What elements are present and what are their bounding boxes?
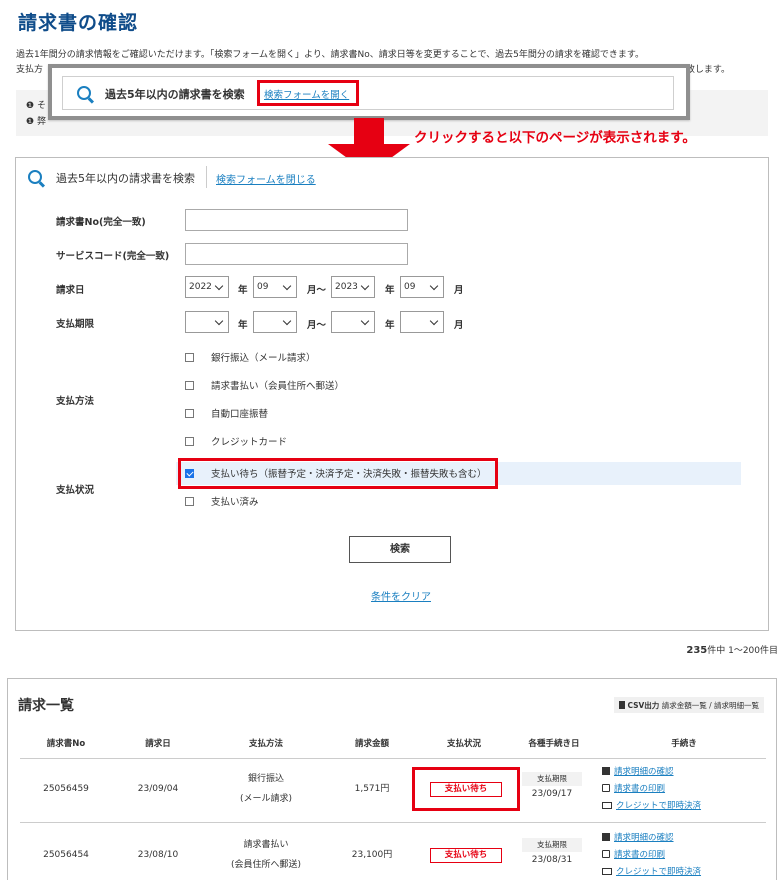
collapsed-search-bar: 過去5年以内の請求書を検索 検索フォームを開く	[62, 76, 674, 110]
notice-item-2: ❶ 弊	[26, 117, 46, 127]
due-date-block: 支払期限 23/09/17	[522, 772, 582, 802]
open-search-form-link[interactable]: 検索フォームを開く	[264, 87, 349, 101]
service-code-input[interactable]	[185, 243, 408, 265]
view-details-link[interactable]: 請求明細の確認	[602, 831, 674, 846]
notice-item-1: ❶ そ	[26, 101, 46, 111]
method-credit-card-label: クレジットカード	[211, 437, 288, 448]
search-button[interactable]: 検索	[349, 536, 451, 563]
search-form-panel: 過去5年以内の請求書を検索 検索フォームを閉じる 請求書No(完全一致) サービ…	[15, 157, 769, 631]
unit-month: 月	[454, 320, 464, 331]
payment-method-label: 支払方法	[56, 396, 95, 407]
printer-icon	[602, 784, 610, 792]
col-status: 支払状況	[446, 739, 481, 749]
csv-links[interactable]: 請求金額一覧 / 請求明細一覧	[662, 701, 759, 710]
billing-from-month-select[interactable]: 09	[253, 276, 297, 298]
search-icon	[28, 170, 42, 184]
method-bank-checkbox[interactable]	[185, 353, 194, 362]
col-amount: 請求金額	[354, 739, 389, 749]
due-date-block: 支払期限 23/08/31	[522, 838, 582, 868]
print-invoice-link[interactable]: 請求書の印刷	[602, 782, 665, 797]
result-count: 235件中 1〜200件目	[686, 645, 778, 656]
credit-pay-link[interactable]: クレジットで即時決済	[602, 799, 701, 814]
csv-export-bar[interactable]: CSV出力 請求金額一覧 / 請求明細一覧	[614, 697, 764, 713]
divider	[20, 758, 766, 759]
billing-from-year-select[interactable]: 2022	[185, 276, 229, 298]
method-invoice-checkbox[interactable]	[185, 381, 194, 390]
invoice-no-input[interactable]	[185, 209, 408, 231]
amount: 23,100円	[351, 850, 393, 860]
payment-method-line2: (メール請求)	[239, 794, 293, 804]
credit-pay-link[interactable]: クレジットで即時決済	[602, 865, 701, 880]
amount: 1,571円	[354, 784, 390, 794]
col-procedure-date: 各種手続き日	[528, 739, 580, 749]
invoice-no: 25056459	[43, 784, 89, 794]
method-bank-label: 銀行振込（メール請求）	[211, 353, 316, 364]
method-auto-debit-label: 自動口座振替	[211, 409, 269, 420]
collapsed-search-title: 過去5年以内の請求書を検索	[105, 88, 245, 101]
due-from-year-select[interactable]	[185, 311, 229, 333]
view-details-link[interactable]: 請求明細の確認	[602, 765, 674, 780]
unit-month-range: 月〜	[307, 320, 327, 331]
col-billing-date: 請求日	[145, 739, 171, 749]
col-invoice-no: 請求書No	[46, 739, 86, 749]
divider	[206, 166, 207, 188]
highlight-box	[178, 458, 498, 489]
unit-month: 月	[454, 285, 464, 296]
billing-to-month-select[interactable]: 09	[400, 276, 444, 298]
payment-method-line1: 銀行振込	[247, 774, 284, 784]
billing-date: 23/09/04	[137, 784, 179, 794]
due-to-year-select[interactable]	[331, 311, 375, 333]
payment-method-line1: 請求書払い	[243, 840, 289, 850]
search-icon	[77, 86, 91, 100]
status-paid-checkbox[interactable]	[185, 497, 194, 506]
invoice-list-title: 請求一覧	[18, 698, 74, 714]
document-icon	[602, 767, 610, 775]
credit-card-icon	[602, 802, 612, 809]
credit-card-icon	[602, 868, 612, 875]
callout-collapsed-search: 過去5年以内の請求書を検索 検索フォームを開く	[48, 64, 690, 120]
status-badge: 支払い待ち	[430, 782, 502, 797]
invoice-no: 25056454	[43, 850, 89, 860]
billing-to-year-select[interactable]: 2023	[331, 276, 375, 298]
service-code-label: サービスコード(完全一致)	[56, 251, 170, 262]
unit-year: 年	[238, 285, 248, 296]
method-invoice-label: 請求書払い（会員住所へ郵送）	[211, 381, 345, 392]
unit-month-range: 月〜	[307, 285, 327, 296]
due-date-label: 支払期限	[537, 840, 567, 849]
search-form-title: 過去5年以内の請求書を検索	[56, 172, 195, 185]
due-from-month-select[interactable]	[253, 311, 297, 333]
print-invoice-link[interactable]: 請求書の印刷	[602, 848, 665, 863]
method-auto-debit-checkbox[interactable]	[185, 409, 194, 418]
document-icon	[602, 833, 610, 841]
page-title: 請求書の確認	[18, 12, 139, 34]
due-date-label: 支払期限	[537, 774, 567, 783]
intro-line-1: 過去1年間分の請求情報をご確認いただけます。「検索フォームを開く」より、請求書N…	[16, 50, 644, 60]
divider	[20, 822, 766, 823]
due-date-value: 23/09/17	[522, 786, 582, 802]
document-icon	[619, 701, 626, 709]
invoice-list-panel: 請求一覧 CSV出力 請求金額一覧 / 請求明細一覧 請求書No 請求日 支払方…	[7, 678, 777, 880]
highlight-box: 検索フォームを開く	[257, 80, 359, 106]
unit-year: 年	[385, 320, 395, 331]
close-search-form-link[interactable]: 検索フォームを閉じる	[216, 171, 316, 186]
invoice-no-label: 請求書No(完全一致)	[56, 217, 146, 228]
billing-date-label: 請求日	[56, 285, 85, 296]
due-to-month-select[interactable]	[400, 311, 444, 333]
status-badge: 支払い待ち	[430, 848, 502, 863]
clear-conditions-link[interactable]: 条件をクリア	[371, 588, 431, 603]
col-procedure: 手続き	[671, 739, 697, 749]
due-date-label: 支払期限	[56, 319, 95, 330]
due-date-value: 23/08/31	[522, 852, 582, 868]
click-annotation: クリックすると以下のページが表示されます。	[414, 130, 696, 146]
billing-date: 23/08/10	[137, 850, 179, 860]
unit-year: 年	[385, 285, 395, 296]
printer-icon	[602, 850, 610, 858]
status-paid-label: 支払い済み	[211, 497, 259, 508]
payment-status-label: 支払状況	[56, 485, 95, 496]
method-credit-card-checkbox[interactable]	[185, 437, 194, 446]
col-payment-method: 支払方法	[248, 739, 283, 749]
payment-method-line2: (会員住所へ郵送)	[230, 860, 302, 870]
intro-line-2-tail: 致します。	[685, 65, 730, 75]
unit-year: 年	[238, 320, 248, 331]
